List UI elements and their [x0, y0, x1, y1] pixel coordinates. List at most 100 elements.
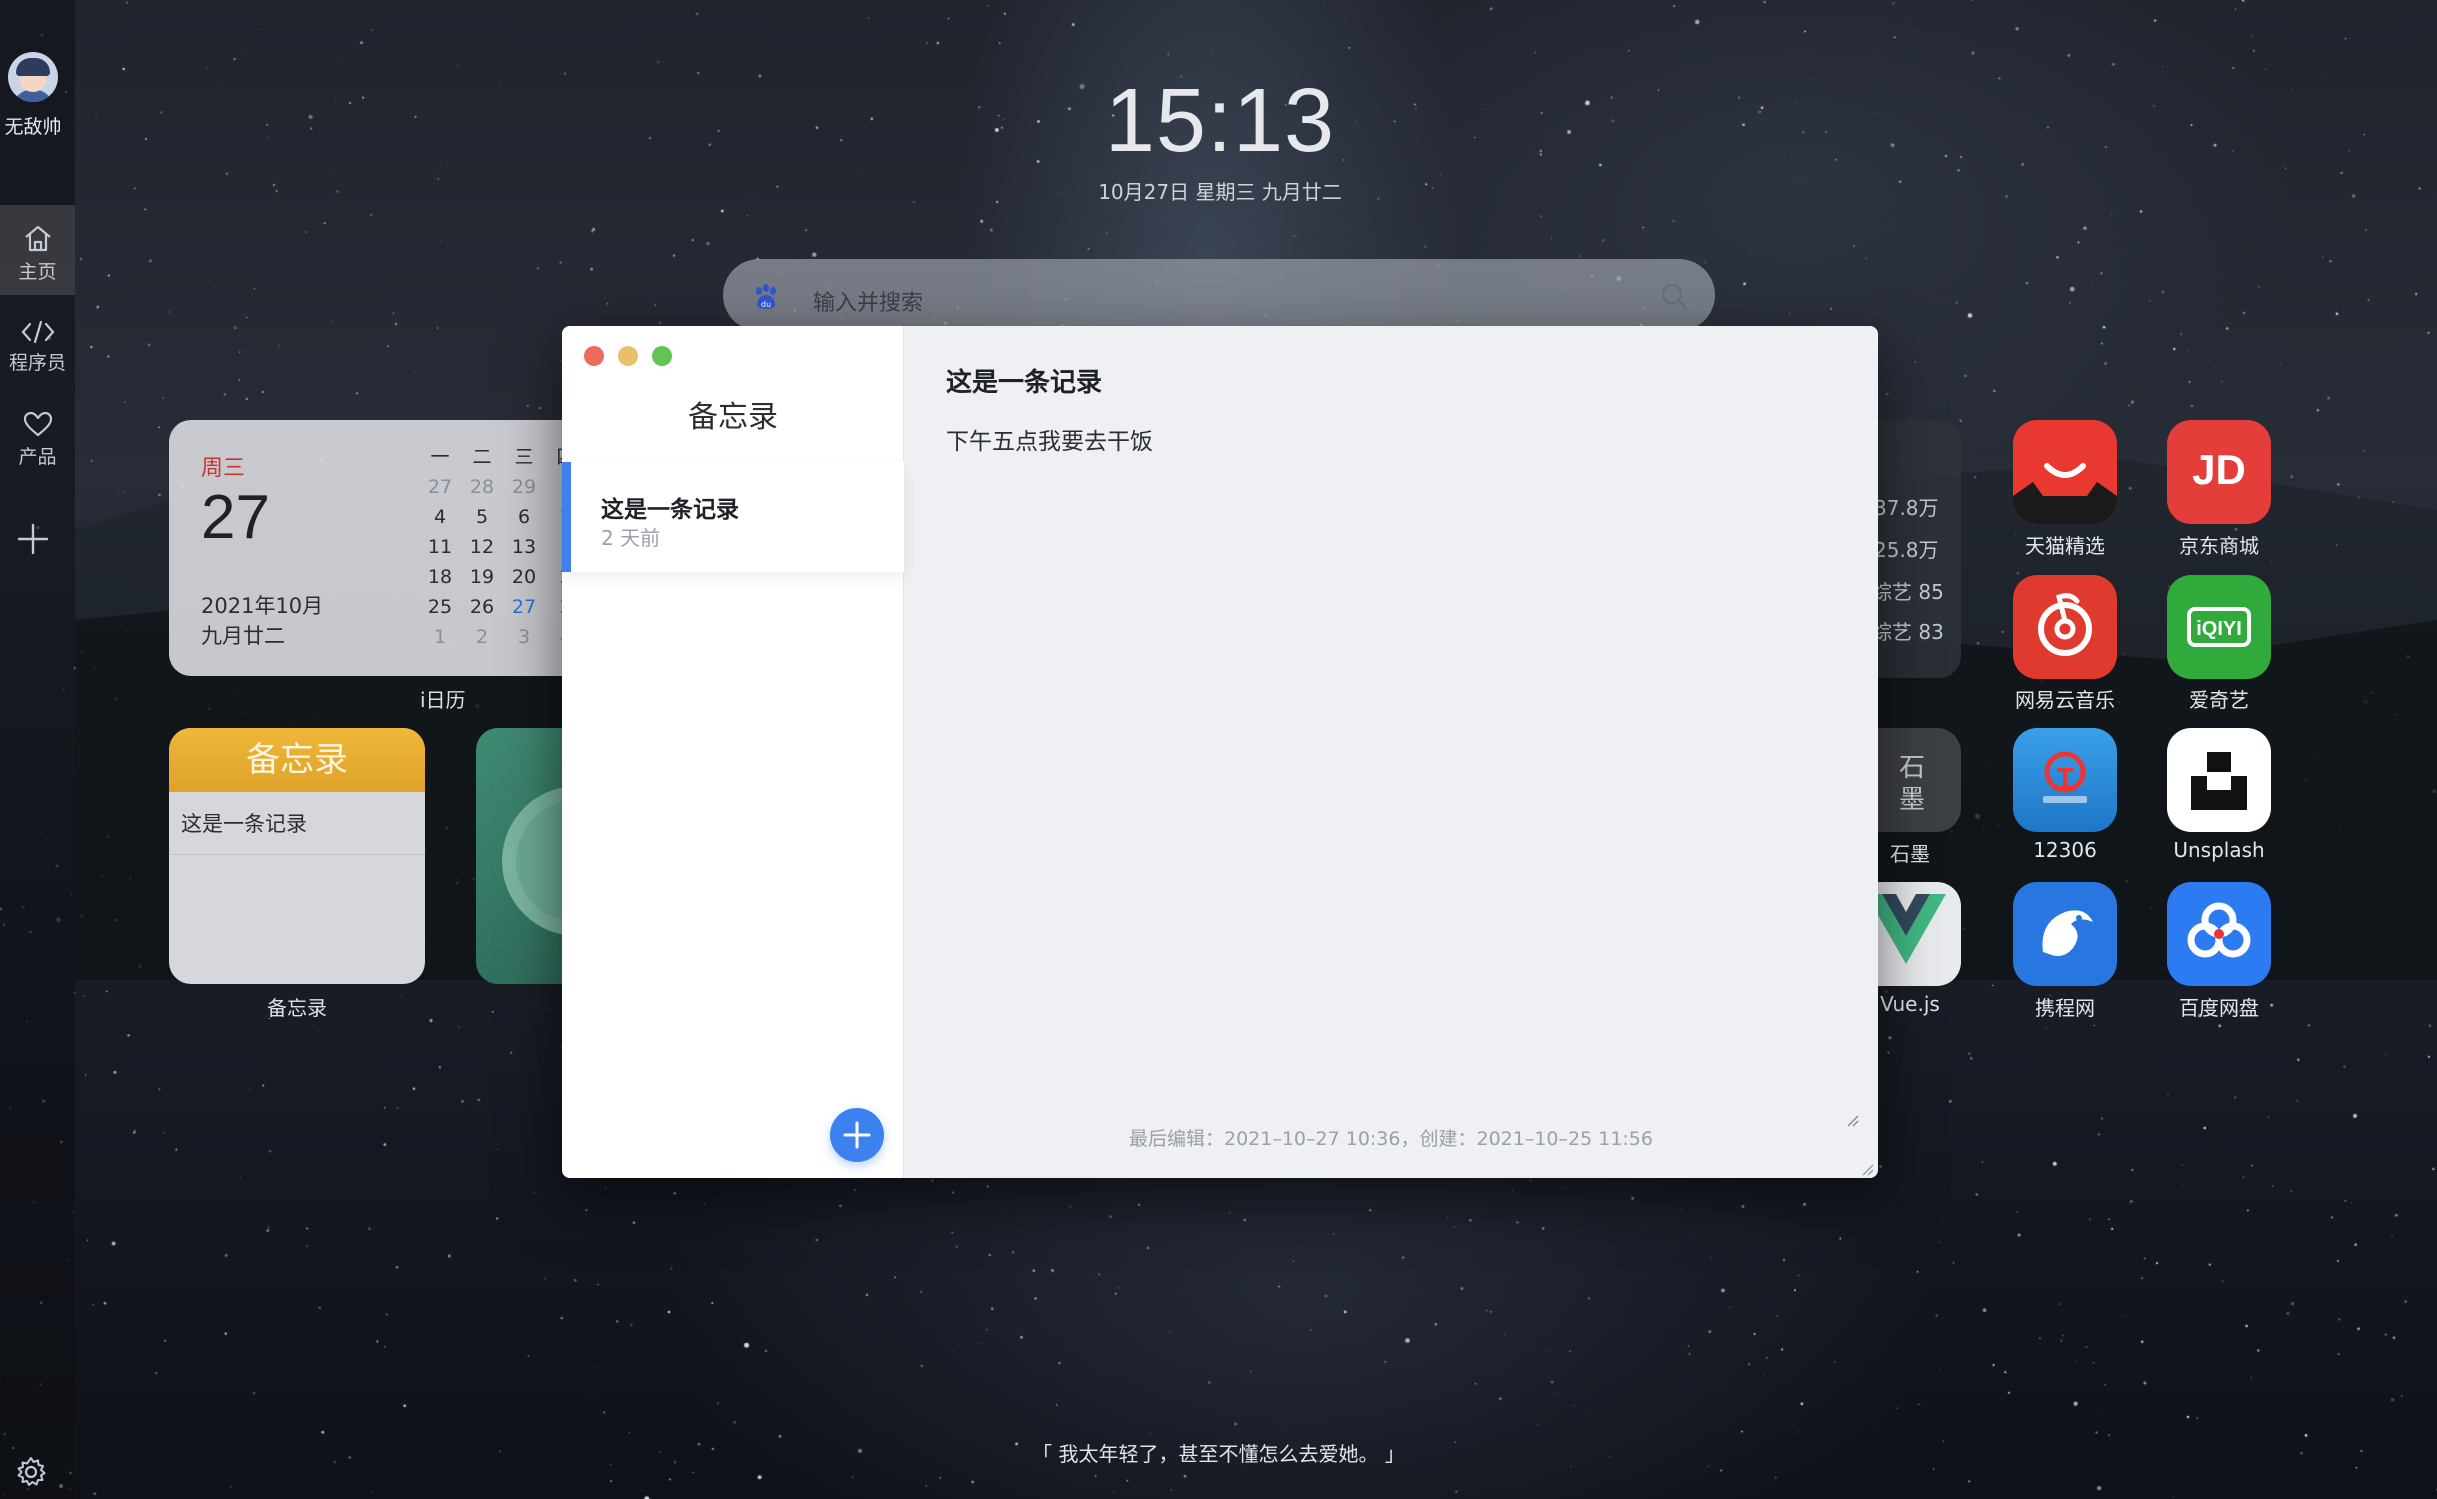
search-icon[interactable]: [1659, 281, 1689, 311]
notes-list-pane: 备忘录 这是一条记录 2 天前: [562, 326, 904, 1178]
calendar-date-cell[interactable]: 4: [419, 504, 461, 531]
app-label: 网易云音乐: [2015, 688, 2115, 712]
app-12306[interactable]: [2013, 728, 2117, 832]
shimo-icon: 石墨: [1899, 753, 1925, 815]
search-input[interactable]: 输入并搜索: [813, 285, 923, 317]
window-resize-handle[interactable]: [1860, 1162, 1874, 1176]
notes-window: 备忘录 这是一条记录 2 天前 这是一条记录 下午五点我要去干饭 最后编辑：20…: [562, 326, 1878, 1178]
ctrip-icon: [2042, 910, 2093, 956]
calendar-date-cell[interactable]: 18: [419, 564, 461, 591]
calendar-date-cell[interactable]: 19: [461, 564, 503, 591]
sidebar-item-label: 程序员: [8, 352, 66, 374]
sidebar-item-label: 产品: [18, 446, 57, 468]
vue-icon: [1876, 894, 1946, 964]
calendar-date-cell[interactable]: 13: [503, 534, 545, 561]
app-vuejs[interactable]: [1876, 882, 1961, 986]
calendar-date-cell[interactable]: 6: [503, 504, 545, 531]
note-edit-meta: 最后编辑：2021–10–27 10:36，创建：2021–10–25 11:5…: [1128, 1128, 1653, 1150]
app-label: Unsplash: [2173, 838, 2265, 862]
app-baidu-netdisk[interactable]: [2167, 882, 2271, 986]
app-label: 携程网: [2035, 996, 2095, 1020]
note-body-textarea[interactable]: 下午五点我要去干饭: [946, 422, 1153, 456]
hot-list-value: 综艺 85: [1872, 580, 1944, 604]
calendar-date-cell[interactable]: 3: [503, 624, 545, 651]
calendar-date-cell[interactable]: 2: [461, 624, 503, 651]
svg-text:石: 石: [1899, 753, 1925, 783]
note-item-title: 这是一条记录: [601, 497, 739, 523]
baidu-paw-icon: du: [756, 284, 776, 309]
calendar-date-cell[interactable]: 25: [419, 594, 461, 621]
calendar-widget[interactable]: 周三 27 2021年10月 九月廿二 一二三四2728293456711121…: [169, 420, 589, 676]
username: 无敌帅: [4, 116, 62, 138]
clock-date: 10月27日 星期三 九月廿二: [1098, 180, 1342, 204]
railway-icon: [2043, 751, 2087, 803]
note-list-item[interactable]: 这是一条记录 2 天前: [562, 462, 904, 572]
app-jd[interactable]: JD: [2167, 420, 2271, 524]
code-icon: [21, 320, 54, 344]
left-sidebar: 无敌帅 主页 程序员 产品: [0, 0, 75, 1499]
search-bar[interactable]: du 输入并搜索: [723, 259, 1715, 331]
close-window-button[interactable]: [584, 346, 604, 366]
hot-list-value: 25.8万: [1874, 538, 1939, 562]
calendar-day: 27: [201, 483, 270, 552]
calendar-date-cell[interactable]: 20: [503, 564, 545, 591]
app-iqiyi[interactable]: iQIYI: [2167, 575, 2271, 679]
calendar-date-cell[interactable]: 26: [461, 594, 503, 621]
app-label: 爱奇艺: [2189, 688, 2249, 712]
minimize-window-button[interactable]: [618, 346, 638, 366]
app-tmall[interactable]: [2013, 420, 2117, 524]
svg-text:JD: JD: [2192, 446, 2246, 493]
weather-widget[interactable]: [476, 728, 576, 984]
calendar-date-cell[interactable]: 28: [461, 474, 503, 501]
hot-list-widget[interactable]: 37.8万 25.8万 综艺 85 综艺 83: [1872, 420, 1961, 678]
baidu-netdisk-icon: [2187, 902, 2251, 958]
calendar-weekday-header: 二: [472, 446, 492, 468]
home-icon: [24, 225, 51, 252]
memo-widget-label: 备忘录: [267, 996, 327, 1020]
calendar-date-cell[interactable]: 27: [419, 474, 461, 501]
app-netease-music[interactable]: [2013, 575, 2117, 679]
unsplash-icon: [2191, 752, 2247, 810]
notes-window-title: 备忘录: [688, 400, 778, 435]
user-avatar[interactable]: [8, 52, 58, 102]
note-item-time: 2 天前: [601, 526, 661, 550]
app-label: 百度网盘: [2179, 996, 2259, 1020]
add-note-button[interactable]: [830, 1108, 884, 1162]
app-shimo[interactable]: 石墨: [1876, 728, 1961, 832]
note-title-input[interactable]: 这是一条记录: [946, 362, 1102, 399]
calendar-weekday: 周三: [201, 456, 246, 481]
calendar-date-cell[interactable]: 27: [503, 594, 545, 621]
calendar-weekday-header: 一: [430, 446, 450, 468]
app-unsplash[interactable]: [2167, 728, 2271, 832]
jd-icon: JD: [2192, 446, 2246, 493]
calendar-widget-label: i日历: [420, 688, 466, 712]
hot-list-value: 37.8万: [1874, 496, 1939, 520]
sidebar-item-home[interactable]: 主页: [0, 205, 75, 295]
sidebar-item-product[interactable]: 产品: [0, 410, 75, 480]
calendar-lunar-date: 九月廿二: [201, 624, 285, 648]
app-ctrip[interactable]: [2013, 882, 2117, 986]
maximize-window-button[interactable]: [652, 346, 672, 366]
calendar-date-cell[interactable]: 12: [461, 534, 503, 561]
calendar-date-cell[interactable]: 29: [503, 474, 545, 501]
sidebar-item-programmer[interactable]: 程序员: [0, 320, 75, 390]
netease-music-icon: [2038, 593, 2092, 656]
sidebar-item-label: 主页: [18, 261, 57, 283]
memo-widget-item[interactable]: 这是一条记录: [169, 792, 425, 855]
memo-widget[interactable]: 备忘录 这是一条记录: [169, 728, 425, 984]
calendar-date-cell[interactable]: 5: [461, 504, 503, 531]
add-icon[interactable]: [14, 520, 52, 558]
memo-widget-header: 备忘录: [169, 728, 425, 792]
calendar-weekday-header: 三: [514, 446, 534, 468]
heart-icon: [23, 411, 52, 437]
calendar-date-cell[interactable]: 1: [419, 624, 461, 651]
svg-text:墨: 墨: [1899, 785, 1925, 815]
calendar-date-cell[interactable]: 11: [419, 534, 461, 561]
svg-text:iQIYI: iQIYI: [2196, 618, 2242, 640]
app-label: 12306: [2033, 838, 2097, 862]
clock-time: 15:13: [1104, 71, 1336, 171]
plus-icon: [843, 1121, 871, 1149]
app-label: 京东商城: [2179, 534, 2259, 558]
daily-quote: 「 我太年轻了，甚至不懂怎么去爱她。 」: [1032, 1442, 1405, 1466]
tmall-icon: [2013, 463, 2117, 524]
